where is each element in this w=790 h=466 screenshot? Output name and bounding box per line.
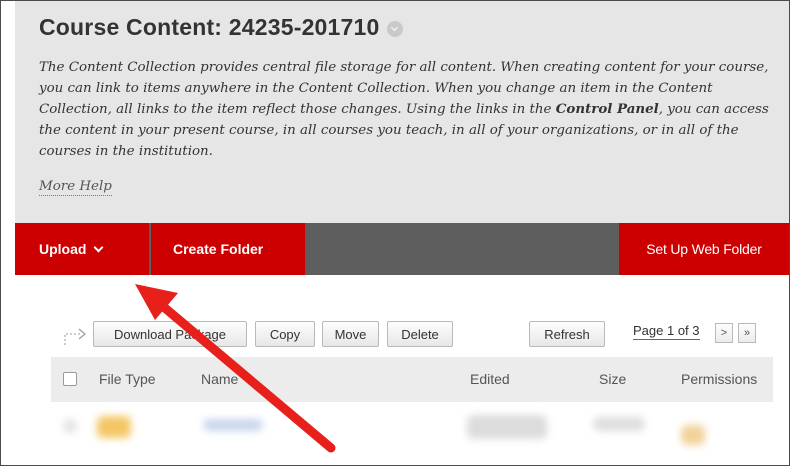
red-arrow-annotation-icon (135, 284, 336, 453)
screenshot-frame: Course Content: 24235-201710 The Content… (0, 0, 790, 466)
